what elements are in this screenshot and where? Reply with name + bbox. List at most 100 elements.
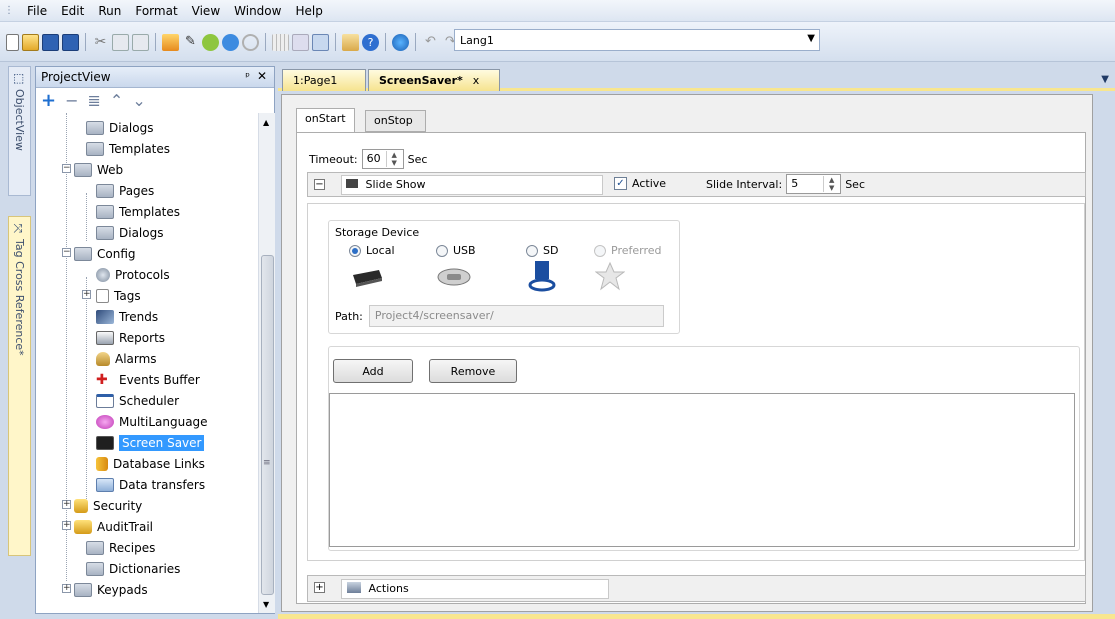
tab-objectview[interactable]: ⬚ ObjectView xyxy=(8,66,31,196)
tab-onstart[interactable]: onStart xyxy=(296,108,355,132)
language-select[interactable]: Lang1 ▼ xyxy=(454,29,820,51)
tree-item-dialogs[interactable]: Dialogs xyxy=(86,117,153,138)
collapse-slideshow-icon[interactable]: − xyxy=(314,179,325,190)
tab-screensaver[interactable]: ScreenSaver* x xyxy=(368,69,500,91)
remove-button[interactable]: Remove xyxy=(429,359,517,383)
remove-icon[interactable]: − xyxy=(65,91,78,110)
tree-item-screen-saver[interactable]: Screen Saver xyxy=(96,432,205,453)
scroll-up-icon[interactable]: ▲ xyxy=(263,118,269,127)
actions-field[interactable]: Actions xyxy=(341,579,609,599)
cut-icon[interactable]: ✂ xyxy=(92,34,109,51)
path-field[interactable]: Project4/screensaver/ xyxy=(368,305,664,327)
radio-local[interactable]: Local xyxy=(349,244,395,257)
tree-item-config[interactable]: Config xyxy=(74,243,136,264)
pin-icon[interactable]: ᵖ xyxy=(245,70,250,83)
open-folder-icon[interactable] xyxy=(22,33,39,51)
stepper-arrows-icon[interactable]: ▲ ▼ xyxy=(385,151,402,167)
expand-keypads-icon[interactable]: + xyxy=(62,584,71,593)
tree-item-tags[interactable]: Tags xyxy=(96,285,141,306)
expand-security-icon[interactable]: + xyxy=(62,500,71,509)
scroll-down-icon[interactable]: ▼ xyxy=(263,600,269,609)
tab-list-dropdown-icon[interactable]: ▼ xyxy=(1101,74,1109,85)
tree-item-alarms[interactable]: Alarms xyxy=(96,348,157,369)
layout-icon[interactable] xyxy=(312,33,329,51)
radio-preferred[interactable]: Preferred xyxy=(594,244,662,257)
stop-icon[interactable] xyxy=(242,33,259,51)
tree-item-security[interactable]: Security xyxy=(74,495,142,516)
active-checkbox[interactable]: ✓ xyxy=(614,177,627,190)
tree-item-templates[interactable]: Templates xyxy=(86,138,170,159)
align-icon[interactable] xyxy=(292,33,309,51)
tab-tag-cross-reference[interactable]: ⤨ Tag Cross Reference* xyxy=(8,216,31,556)
collapse-config-icon[interactable]: − xyxy=(62,248,71,257)
help-icon[interactable]: ? xyxy=(362,33,379,51)
menu-format[interactable]: Format xyxy=(128,4,184,18)
radio-preferred-button[interactable] xyxy=(594,244,606,257)
menu-grip-icon[interactable]: ⋮ xyxy=(4,5,14,16)
collapse-web-icon[interactable]: − xyxy=(62,164,71,173)
save-icon[interactable] xyxy=(42,33,59,51)
close-tab-icon[interactable]: x xyxy=(473,74,480,87)
close-icon[interactable]: ✕ xyxy=(257,69,267,83)
scroll-thumb[interactable] xyxy=(261,255,274,595)
tree-item-web[interactable]: Web xyxy=(74,159,123,180)
tree-item-web-dialogs[interactable]: Dialogs xyxy=(96,222,163,243)
calendar-icon xyxy=(96,393,114,408)
undo-icon[interactable]: ↶ xyxy=(422,34,439,51)
tree-scrollbar[interactable]: ▲ ≡ ▼ xyxy=(258,113,275,613)
menu-run[interactable]: Run xyxy=(91,4,128,18)
tree-item-protocols[interactable]: Protocols xyxy=(96,264,170,285)
globe-icon[interactable] xyxy=(392,33,409,51)
tab-onstop[interactable]: onStop xyxy=(365,110,426,132)
move-down-icon[interactable]: ⌄ xyxy=(132,91,145,110)
slides-list[interactable] xyxy=(329,393,1075,547)
add-icon[interactable]: + xyxy=(41,90,56,111)
copy-icon[interactable] xyxy=(112,33,129,51)
download-icon[interactable] xyxy=(162,33,179,51)
active-toggle[interactable]: ✓ Active xyxy=(614,177,666,190)
radio-sd-button[interactable] xyxy=(526,244,538,257)
tree-item-recipes[interactable]: Recipes xyxy=(86,537,155,558)
menu-file[interactable]: File xyxy=(20,4,54,18)
radio-usb-button[interactable] xyxy=(436,244,448,257)
tree-item-dictionaries[interactable]: Dictionaries xyxy=(86,558,180,579)
menu-edit[interactable]: Edit xyxy=(54,4,91,18)
expand-audittrail-icon[interactable]: + xyxy=(62,521,71,530)
new-file-icon[interactable] xyxy=(6,33,19,51)
slideshow-field[interactable]: Slide Show xyxy=(341,175,603,195)
tree-item-multilanguage[interactable]: MultiLanguage xyxy=(96,411,208,432)
expand-actions-icon[interactable]: + xyxy=(314,582,325,593)
move-up-icon[interactable]: ⌃ xyxy=(110,91,123,110)
rename-icon[interactable]: ≣ xyxy=(88,91,101,110)
tree-item-trends[interactable]: Trends xyxy=(96,306,158,327)
paste-icon[interactable] xyxy=(132,33,149,51)
radio-local-button[interactable] xyxy=(349,244,361,257)
timeout-stepper[interactable]: 60 ▲ ▼ xyxy=(361,149,404,169)
menu-window[interactable]: Window xyxy=(227,4,288,18)
radio-usb[interactable]: USB xyxy=(436,244,476,257)
menu-help[interactable]: Help xyxy=(288,4,329,18)
tree-item-scheduler[interactable]: Scheduler xyxy=(96,390,179,411)
save-all-icon[interactable] xyxy=(62,33,79,51)
radio-sd[interactable]: SD xyxy=(526,244,558,257)
pencil-icon[interactable]: ✎ xyxy=(182,34,199,51)
stepper-arrows-icon[interactable]: ▲ ▼ xyxy=(823,176,839,192)
tree-item-data-transfers[interactable]: Data transfers xyxy=(96,474,205,495)
add-button[interactable]: Add xyxy=(333,359,413,383)
project-properties-icon[interactable] xyxy=(342,33,359,51)
tree-item-events-buffer[interactable]: ✚ Events Buffer xyxy=(96,369,200,390)
tree-item-reports[interactable]: Reports xyxy=(96,327,165,348)
tree-item-database-links[interactable]: Database Links xyxy=(96,453,205,474)
grid-icon[interactable] xyxy=(272,33,289,51)
tree-item-keypads[interactable]: Keypads xyxy=(74,579,148,600)
tree-item-pages[interactable]: Pages xyxy=(96,180,154,201)
bug-icon[interactable] xyxy=(202,33,219,51)
tree-item-web-templates[interactable]: Templates xyxy=(96,201,180,222)
tab-page1[interactable]: 1:Page1 xyxy=(282,69,366,91)
play-icon[interactable] xyxy=(222,33,239,51)
tree-item-audittrail[interactable]: AuditTrail xyxy=(74,516,153,537)
expand-tags-icon[interactable]: + xyxy=(82,290,91,299)
menu-view[interactable]: View xyxy=(185,4,227,18)
chevron-down-icon[interactable]: ▼ xyxy=(807,33,815,44)
slide-interval-stepper[interactable]: 5 ▲ ▼ xyxy=(786,174,842,194)
